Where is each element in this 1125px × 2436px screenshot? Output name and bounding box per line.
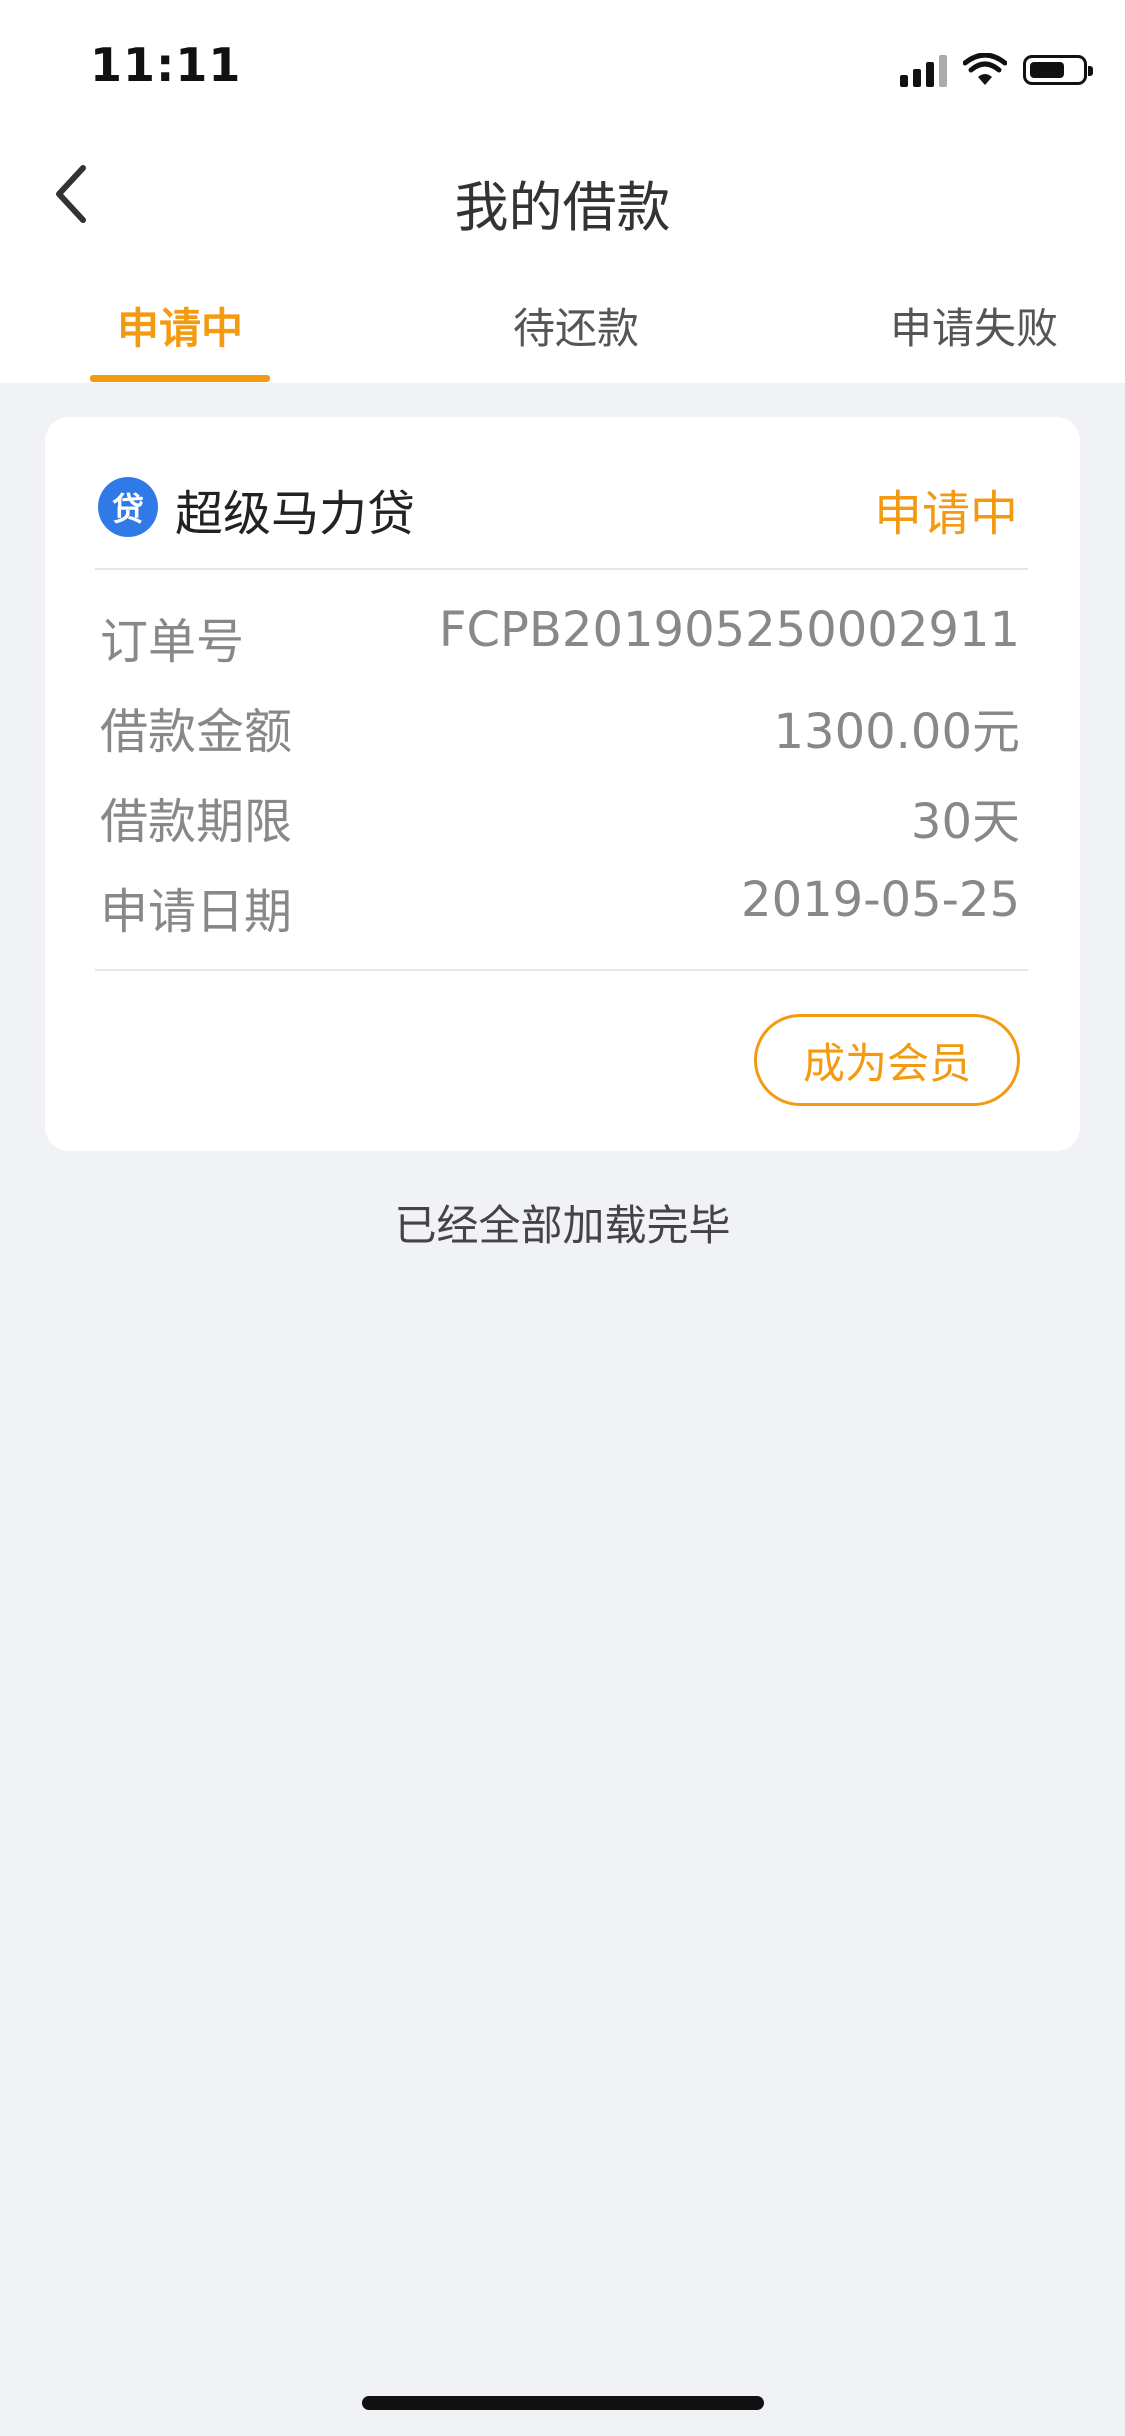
- order-number-row: 订单号 FCPB201905250002911: [100, 602, 1020, 670]
- tab-bar: 申请中 待还款 申请失败: [0, 255, 1125, 383]
- active-tab-indicator: [90, 375, 270, 382]
- loan-amount-row: 借款金额 1300.00元: [100, 692, 1020, 760]
- home-indicator[interactable]: [362, 2396, 764, 2410]
- load-complete-message: 已经全部加载完毕: [394, 1201, 731, 1250]
- loan-card[interactable]: 贷 超级马力贷 申请中 订单号 FCPB201905250002911 借款金额…: [45, 417, 1080, 1151]
- status-icons: [900, 48, 1093, 92]
- loan-term-row: 借款期限 30天: [100, 782, 1020, 850]
- application-date-label: 申请日期: [100, 884, 293, 940]
- card-divider-bottom: [95, 969, 1028, 971]
- tab-applying[interactable]: 申请中: [117, 295, 243, 356]
- application-date-row: 申请日期 2019-05-25: [100, 872, 1020, 940]
- wifi-icon: [963, 53, 1007, 85]
- loan-term-label: 借款期限: [100, 794, 293, 850]
- loan-term-value: 30天: [910, 794, 1020, 850]
- status-time: 11:11: [90, 38, 242, 92]
- card-divider-top: [95, 568, 1028, 570]
- product-name: 超级马力贷: [175, 486, 416, 542]
- product-logo-icon: 贷: [98, 477, 158, 537]
- cellular-signal-icon: [900, 53, 947, 87]
- loan-amount-value: 1300.00元: [773, 704, 1021, 760]
- become-member-button[interactable]: 成为会员: [754, 1014, 1020, 1106]
- application-date-value: 2019-05-25: [741, 872, 1020, 928]
- loan-amount-label: 借款金额: [100, 704, 293, 760]
- order-number-label: 订单号: [100, 614, 245, 670]
- page-title: 我的借款: [454, 176, 671, 239]
- loan-status-badge: 申请中: [873, 486, 1018, 542]
- order-number-value: FCPB201905250002911: [438, 602, 1020, 658]
- navigation-bar: 我的借款: [0, 135, 1125, 255]
- status-bar: 11:11: [0, 0, 1125, 135]
- tab-pending-repayment[interactable]: 待还款: [513, 295, 639, 356]
- tab-application-failed[interactable]: 申请失败: [890, 295, 1058, 356]
- battery-icon: [1023, 55, 1093, 85]
